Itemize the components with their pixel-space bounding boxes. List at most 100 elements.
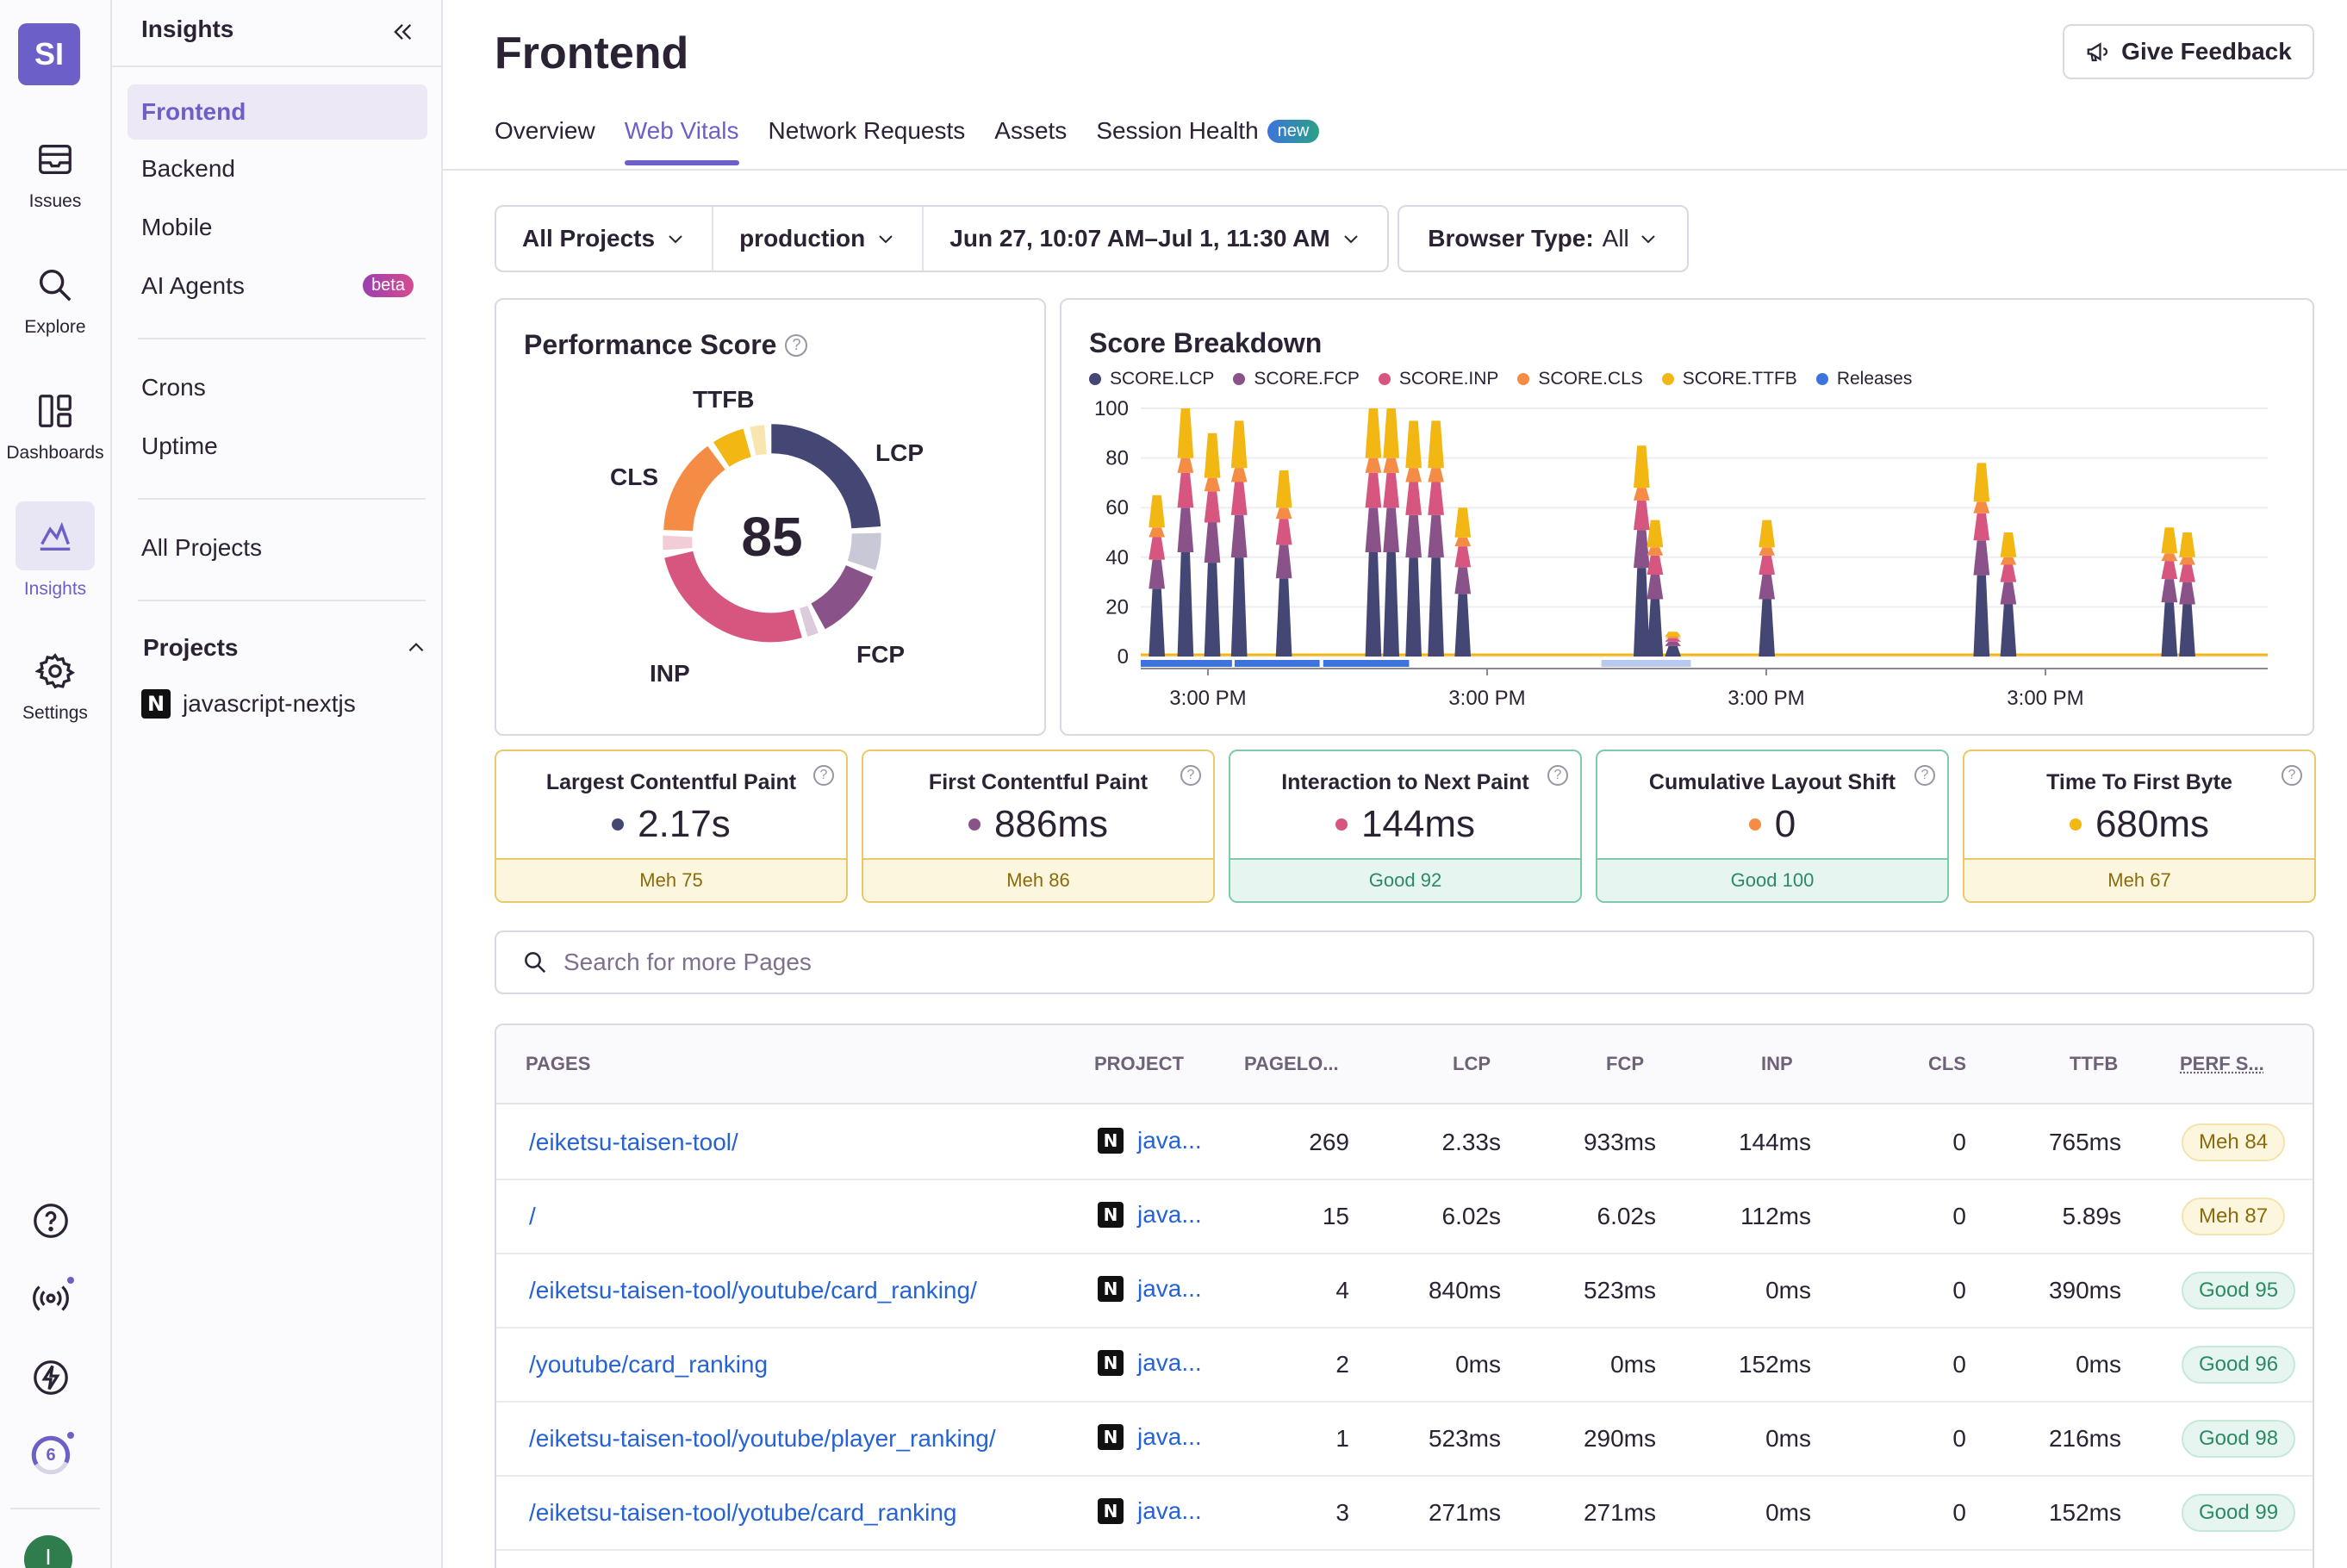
area-inp xyxy=(1647,556,1664,575)
onboarding-progress-icon[interactable]: 6 xyxy=(28,1432,74,1478)
vital-card-inp[interactable]: Interaction to Next Paint? 144ms Good 92 xyxy=(1229,750,1582,903)
project-link[interactable]: Njava... xyxy=(1098,1349,1202,1377)
project-link[interactable]: Njava... xyxy=(1098,1201,1202,1229)
help-icon[interactable]: ? xyxy=(1547,765,1568,786)
rail-item-settings[interactable]: Settings xyxy=(0,648,110,724)
project-link[interactable]: Njava... xyxy=(1098,1423,1202,1451)
cell-lcp: 840ms xyxy=(1429,1277,1501,1304)
area-inp xyxy=(1366,473,1382,507)
area-cls xyxy=(1205,478,1221,492)
perf-score-badge: Meh 84 xyxy=(2182,1123,2285,1161)
project-item-javascript-nextjs[interactable]: N javascript-nextjs xyxy=(141,689,356,719)
user-avatar[interactable]: I xyxy=(24,1535,72,1568)
tab-network-requests[interactable]: Network Requests xyxy=(769,117,966,165)
area-inp xyxy=(1149,537,1165,559)
help-icon[interactable] xyxy=(28,1198,74,1244)
page-link[interactable]: /eiketsu-taisen-tool/ xyxy=(529,1129,738,1156)
tabs-divider xyxy=(443,169,2347,171)
unread-indicator xyxy=(65,1275,76,1285)
column-header-project[interactable]: PROJECT xyxy=(1094,1053,1184,1075)
tab-overview[interactable]: Overview xyxy=(495,117,595,165)
project-link[interactable]: Njava... xyxy=(1098,1497,1202,1525)
column-header-pages[interactable]: PAGES xyxy=(526,1053,590,1075)
page-link[interactable]: /eiketsu-taisen-tool/youtube/card_rankin… xyxy=(529,1277,977,1304)
nextjs-icon: N xyxy=(1098,1276,1124,1302)
help-icon[interactable]: ? xyxy=(2282,765,2302,786)
dashboards-icon xyxy=(32,388,78,434)
vital-value: 886ms xyxy=(994,803,1108,846)
cell-pageloads: 15 xyxy=(1323,1203,1349,1230)
help-icon[interactable]: ? xyxy=(1180,765,1201,786)
vital-card-fcp[interactable]: First Contentful Paint? 886ms Meh 86 xyxy=(862,750,1215,903)
area-lcp xyxy=(1383,552,1399,656)
onboarding-indicator xyxy=(65,1430,76,1440)
cell-cls: 0 xyxy=(1952,1499,1966,1527)
area-inp xyxy=(1383,473,1399,507)
vital-card-ttfb[interactable]: Time To First Byte? 680ms Meh 67 xyxy=(1963,750,2316,903)
area-ttfb xyxy=(1634,445,1650,488)
nav-link-frontend[interactable]: Frontend xyxy=(128,84,427,140)
vital-color-dot xyxy=(1335,818,1348,831)
project-link[interactable]: Njava... xyxy=(1098,1275,1202,1303)
rail-item-explore[interactable]: Explore xyxy=(0,262,110,338)
cell-cls: 0 xyxy=(1952,1129,1966,1156)
nav-link-all-projects[interactable]: All Projects xyxy=(128,520,427,576)
vital-name: Time To First Byte xyxy=(1964,770,2314,795)
help-icon[interactable]: ? xyxy=(1914,765,1935,786)
environment-filter[interactable]: production xyxy=(713,207,924,271)
nav-link-backend[interactable]: Backend xyxy=(128,141,427,196)
vital-color-dot xyxy=(1749,818,1761,831)
page-link[interactable]: /eiketsu-taisen-tool/yotube/card_ranking xyxy=(529,1499,957,1527)
date-range-filter[interactable]: Jun 27, 10:07 AM–Jul 1, 11:30 AM xyxy=(924,207,1386,271)
area-ttfb xyxy=(1647,520,1664,548)
project-filter[interactable]: All Projects xyxy=(496,207,713,271)
help-icon[interactable]: ? xyxy=(813,765,834,786)
column-header-lcp[interactable]: LCP xyxy=(1453,1053,1491,1075)
column-header-inp[interactable]: INP xyxy=(1761,1053,1793,1075)
score-breakdown-panel: Score Breakdown SCORE.LCP SCORE.FCP SCOR… xyxy=(1060,298,2314,736)
browser-type-filter[interactable]: Browser Type: All xyxy=(1398,205,1689,272)
collapse-sidebar-button[interactable] xyxy=(384,14,420,50)
column-header-perf-score[interactable]: PERF S... xyxy=(2180,1053,2264,1075)
org-avatar[interactable]: SI xyxy=(18,23,80,85)
vital-card-cls[interactable]: Cumulative Layout Shift? 0 Good 100 xyxy=(1596,750,1949,903)
ring-segment-ttfb[interactable] xyxy=(721,443,747,454)
tab-web-vitals[interactable]: Web Vitals xyxy=(625,117,739,165)
vital-card-lcp[interactable]: Largest Contentful Paint? 2.17s Meh 75 xyxy=(495,750,848,903)
column-header-ttfb[interactable]: TTFB xyxy=(2070,1053,2118,1075)
page-link[interactable]: / xyxy=(529,1203,536,1230)
nav-link-mobile[interactable]: Mobile xyxy=(128,200,427,255)
area-fcp xyxy=(1205,522,1221,563)
area-cls xyxy=(1973,501,1989,513)
rail-item-dashboards[interactable]: Dashboards xyxy=(0,388,110,464)
area-lcp xyxy=(1428,557,1444,656)
vital-rating: Meh 86 xyxy=(863,858,1213,901)
area-fcp xyxy=(1428,515,1444,557)
area-fcp xyxy=(1647,575,1664,600)
tab-assets[interactable]: Assets xyxy=(994,117,1067,165)
page-filter-bar: All Projects production Jun 27, 10:07 AM… xyxy=(495,205,1389,272)
chevron-down-icon xyxy=(665,228,686,249)
project-link[interactable]: Njava... xyxy=(1098,1127,1202,1154)
lightning-icon[interactable] xyxy=(28,1354,74,1401)
pages-search-input[interactable] xyxy=(563,949,2201,976)
vital-name: Cumulative Layout Shift xyxy=(1597,770,1947,795)
nextjs-icon: N xyxy=(1098,1424,1124,1450)
projects-section-toggle[interactable]: Projects xyxy=(143,634,427,662)
tab-session-health[interactable]: Session Health new xyxy=(1096,117,1319,165)
ring-segment-fcp[interactable] xyxy=(819,571,860,617)
rail-item-insights[interactable]: Insights xyxy=(0,501,110,600)
performance-score-panel: Performance Score ? 85 TTFB LCP CLS FCP … xyxy=(495,298,1046,736)
page-link[interactable]: /eiketsu-taisen-tool/youtube/player_rank… xyxy=(529,1425,996,1453)
vital-value-row: 144ms xyxy=(1230,803,1580,846)
nav-link-ai-agents[interactable]: AI Agents beta xyxy=(128,258,427,314)
column-header-fcp[interactable]: FCP xyxy=(1606,1053,1644,1075)
broadcast-icon[interactable] xyxy=(28,1275,74,1322)
column-header-pageloads[interactable]: PAGELO... xyxy=(1244,1053,1339,1075)
column-header-cls[interactable]: CLS xyxy=(1928,1053,1966,1075)
page-link[interactable]: /youtube/card_ranking xyxy=(529,1351,768,1378)
nav-link-uptime[interactable]: Uptime xyxy=(128,419,427,474)
give-feedback-button[interactable]: Give Feedback xyxy=(2063,24,2314,79)
nav-link-crons[interactable]: Crons xyxy=(128,360,427,415)
rail-item-issues[interactable]: Issues xyxy=(0,136,110,212)
